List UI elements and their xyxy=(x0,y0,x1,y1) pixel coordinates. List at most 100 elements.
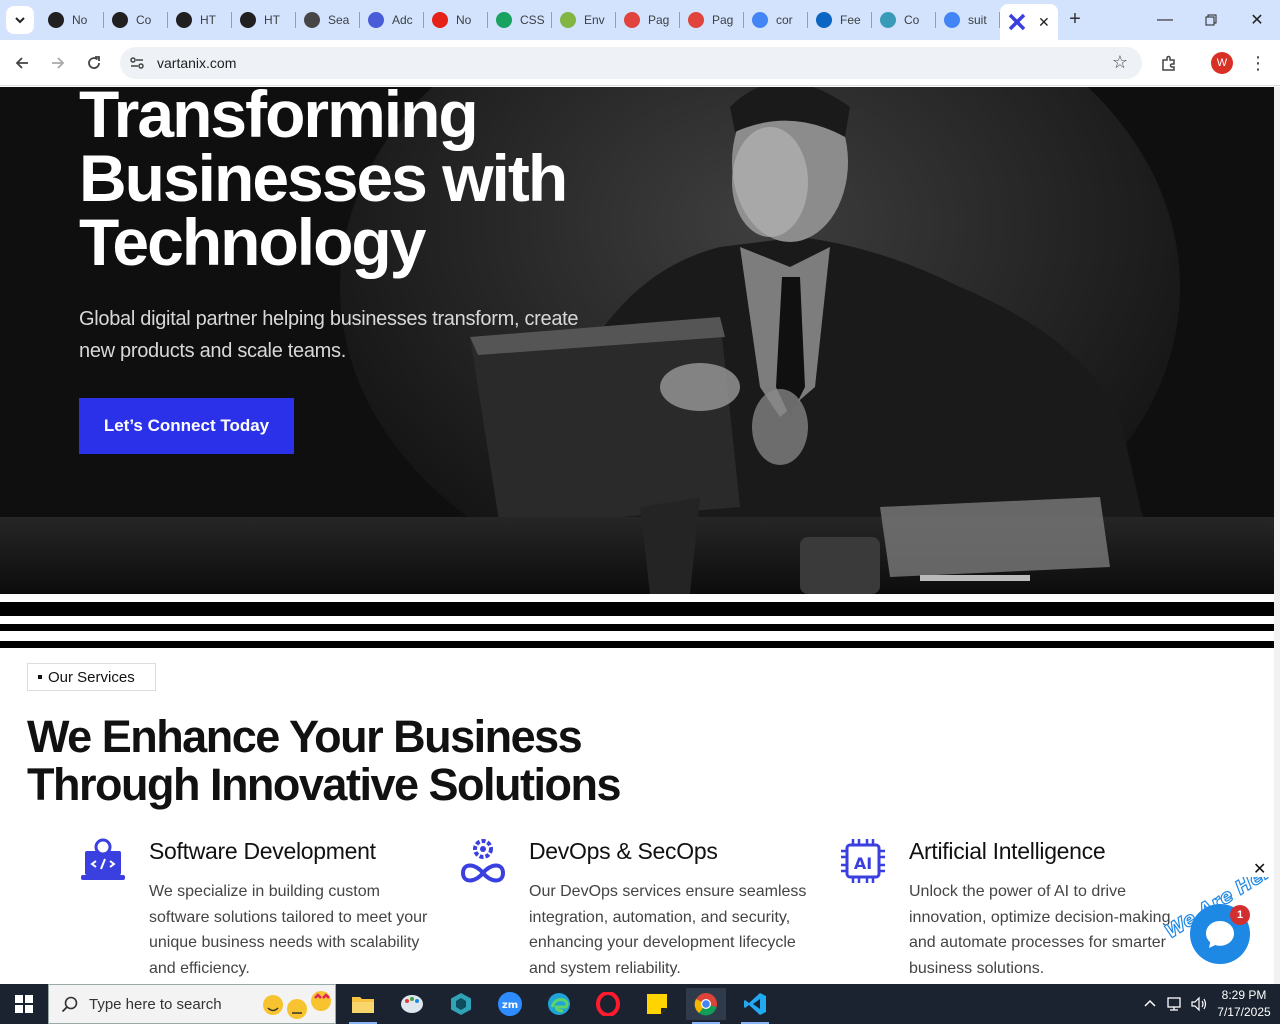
profile-avatar[interactable]: W xyxy=(1211,52,1233,74)
svg-text:zm: zm xyxy=(502,1000,518,1011)
tab-search-button[interactable] xyxy=(6,6,34,34)
stripe xyxy=(0,641,1274,648)
restore-icon xyxy=(1205,14,1217,26)
browser-tab[interactable]: Co xyxy=(872,4,936,36)
page-scrollbar[interactable] xyxy=(1274,87,1280,984)
opera-app[interactable] xyxy=(588,988,628,1020)
speaker-icon xyxy=(1191,996,1207,1012)
url-text[interactable]: vartanix.com xyxy=(157,55,236,71)
openai-icon xyxy=(176,12,192,28)
google-icon xyxy=(752,12,768,28)
clock-date: 7/17/2025 xyxy=(1217,1005,1271,1019)
diamond-icon xyxy=(688,12,704,28)
browser-tab[interactable]: Co xyxy=(104,4,168,36)
bookmark-star-icon[interactable]: ☆ xyxy=(1112,52,1128,73)
stripe xyxy=(0,624,1274,631)
puzzle-icon xyxy=(1162,55,1175,71)
taskbar-clock[interactable]: 8:29 PM 7/17/2025 xyxy=(1212,987,1276,1021)
hero-section: Transforming Businesses with Technology … xyxy=(0,87,1274,594)
network-tray-icon[interactable] xyxy=(1166,984,1184,1024)
browser-tab[interactable]: HT xyxy=(232,4,296,36)
wordpress-icon xyxy=(304,12,320,28)
file-explorer-app[interactable] xyxy=(343,988,383,1024)
taskbar-search-placeholder: Type here to search xyxy=(89,995,222,1013)
volume-tray-icon[interactable] xyxy=(1190,984,1208,1024)
connect-button[interactable]: Let’s Connect Today xyxy=(79,398,294,454)
zoom-app[interactable]: zm xyxy=(490,988,530,1020)
chat-unread-badge: 1 xyxy=(1230,905,1250,925)
tab-label: Fee xyxy=(840,13,861,27)
google-icon xyxy=(944,12,960,28)
chrome-menu-button[interactable]: ⋮ xyxy=(1244,49,1272,77)
browser-tab[interactable]: No xyxy=(424,4,488,36)
hero-subtitle: Global digital partner helping businesse… xyxy=(79,308,579,362)
browser-tab[interactable]: CSS xyxy=(488,4,552,36)
minimize-button[interactable]: — xyxy=(1142,0,1188,40)
paint-app[interactable] xyxy=(392,988,432,1020)
tab-label: HT xyxy=(200,13,216,27)
sticky-notes-app[interactable] xyxy=(637,988,677,1020)
arrow-right-icon xyxy=(52,57,65,69)
browser-tab[interactable]: Env xyxy=(552,4,616,36)
browser-tab[interactable]: Pag xyxy=(616,4,680,36)
site-info-icon[interactable] xyxy=(128,54,146,72)
back-button[interactable] xyxy=(8,49,36,77)
hex-app[interactable] xyxy=(441,988,481,1020)
taskbar-search[interactable]: Type here to search xyxy=(48,984,336,1024)
vscode-icon xyxy=(744,993,766,1015)
browser-tab[interactable]: Fee xyxy=(808,4,872,36)
forward-button[interactable] xyxy=(44,49,72,77)
chrome-icon xyxy=(694,993,717,1016)
start-button[interactable] xyxy=(0,984,48,1024)
openai-icon xyxy=(240,12,256,28)
restore-button[interactable] xyxy=(1188,0,1234,40)
browser-tab[interactable]: suit xyxy=(936,4,1000,36)
chrome-app[interactable] xyxy=(686,988,726,1024)
close-window-button[interactable]: ✕ xyxy=(1234,0,1280,40)
arrow-left-icon xyxy=(15,57,28,69)
tab-list: No Co HT HT Sea Adc No CSS Env Pag Pag cor Fee Co suit… xyxy=(40,4,1058,40)
edge-app[interactable] xyxy=(539,988,579,1020)
tab-label: Pag xyxy=(648,13,670,27)
bullet-icon xyxy=(38,675,42,679)
address-bar[interactable]: vartanix.com ☆ xyxy=(120,47,1142,79)
tab-label: cor xyxy=(776,13,793,27)
tray-overflow-button[interactable] xyxy=(1143,984,1157,1024)
close-tab-icon[interactable]: ✕ xyxy=(1038,14,1050,31)
chevron-down-icon xyxy=(15,17,25,24)
hexagon-icon xyxy=(451,993,471,1015)
tab-label: CSS xyxy=(520,13,545,27)
tab-label: Co xyxy=(136,13,152,27)
windows-logo-icon xyxy=(15,995,33,1013)
browser-tab[interactable]: Adc xyxy=(360,4,424,36)
browser-tab[interactable]: No xyxy=(40,4,104,36)
extensions-button[interactable] xyxy=(1155,49,1183,77)
diamond-icon xyxy=(624,12,640,28)
active-browser-tab[interactable]: ✕ xyxy=(1000,4,1058,40)
services-tag-label: Our Services xyxy=(48,668,135,686)
tab-label: Env xyxy=(584,13,605,27)
chat-dismiss-button[interactable]: ✕ xyxy=(1253,859,1266,879)
tab-label: HT xyxy=(264,13,280,27)
reload-button[interactable] xyxy=(80,49,108,77)
reload-icon xyxy=(88,56,100,69)
vscode-app[interactable] xyxy=(735,988,775,1024)
browser-tab[interactable]: Sea xyxy=(296,4,360,36)
linkedin-icon xyxy=(816,12,832,28)
browser-tab[interactable]: cor xyxy=(744,4,808,36)
chat-bubble-icon xyxy=(1206,921,1234,948)
browser-tab[interactable]: Pag xyxy=(680,4,744,36)
youtube-icon xyxy=(432,12,448,28)
envato-icon xyxy=(560,12,576,28)
new-tab-button[interactable]: + xyxy=(1063,8,1087,32)
svg-text:AI: AI xyxy=(854,854,872,873)
openai-icon xyxy=(112,12,128,28)
tab-label: Pag xyxy=(712,13,734,27)
browser-tab[interactable]: HT xyxy=(168,4,232,36)
tab-label: Sea xyxy=(328,13,350,27)
emoji-decoration-icon xyxy=(263,991,331,1019)
service-description: Our DevOps services ensure seamless inte… xyxy=(529,883,807,977)
chevron-up-icon xyxy=(1144,999,1156,1007)
service-title: Artificial Intelligence xyxy=(909,838,1106,864)
ads-icon xyxy=(368,12,384,28)
